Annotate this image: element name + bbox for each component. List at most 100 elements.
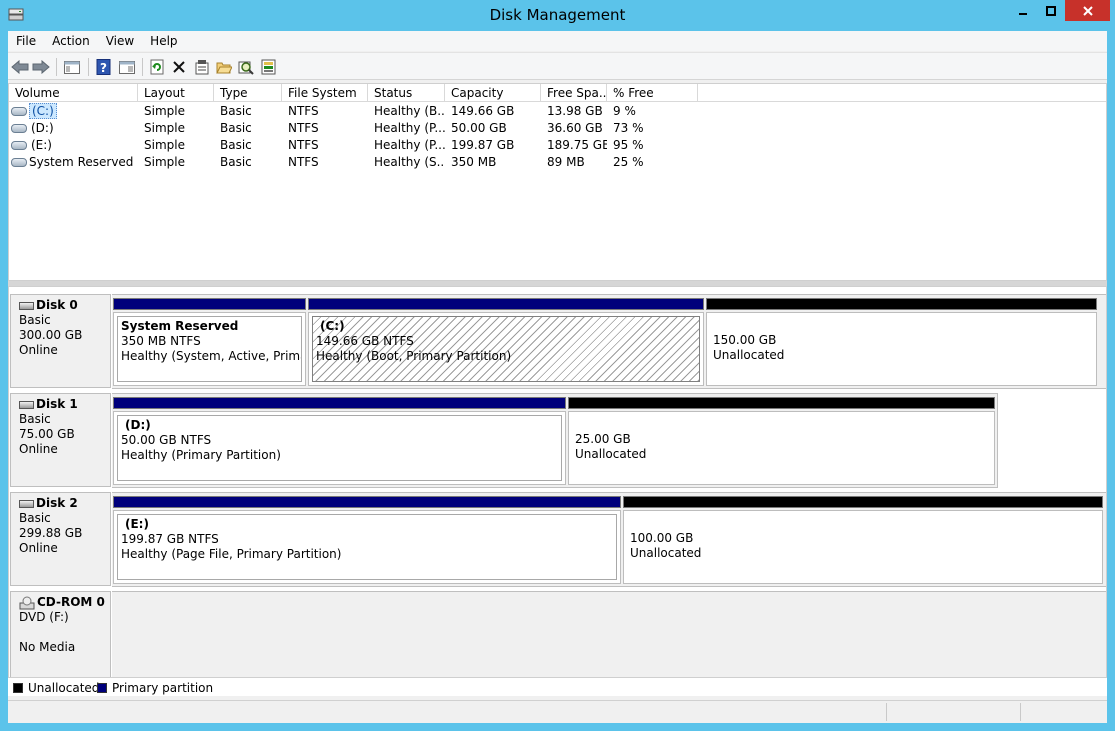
properties-icon[interactable] — [192, 57, 212, 77]
partition-bar-primary — [113, 397, 566, 409]
column-header-type[interactable]: Type — [214, 84, 282, 102]
toolbar-separator — [142, 58, 143, 76]
maximize-button[interactable] — [1037, 0, 1064, 21]
partition-size: 199.87 GB NTFS — [121, 532, 219, 546]
cdrom-icon — [19, 596, 35, 609]
delete-icon[interactable] — [169, 57, 189, 77]
find-icon[interactable] — [236, 57, 256, 77]
partition-status: Healthy (Primary Partition) — [121, 448, 281, 462]
partition-d[interactable]: (D:) 50.00 GB NTFS Healthy (Primary Part… — [113, 397, 566, 485]
partition-body: System Reserved 350 MB NTFS Healthy (Sys… — [113, 312, 306, 386]
partition-c[interactable]: (C:) 149.66 GB NTFS Healthy (Boot, Prima… — [308, 298, 704, 386]
volume-name: (E:) — [31, 138, 52, 152]
toolbar: ? — [8, 52, 1107, 80]
partition-size: 25.00 GB — [575, 432, 631, 446]
file-system-cell: NTFS — [288, 155, 319, 169]
partition-bar-primary — [308, 298, 704, 310]
free-space-cell: 13.98 GB — [547, 104, 603, 118]
legend-swatch-unallocated — [13, 683, 23, 693]
volume-icon — [11, 107, 27, 116]
refresh-icon[interactable] — [147, 57, 167, 77]
partition-bar-unallocated — [706, 298, 1097, 310]
layout-cell: Simple — [144, 104, 185, 118]
volume-name: (C:) — [29, 103, 57, 119]
menu-view[interactable]: View — [98, 31, 142, 51]
disk-label-cdrom0[interactable]: CD-ROM 0 DVD (F:) No Media — [10, 591, 111, 688]
column-header-percent-free[interactable]: % Free — [607, 84, 698, 102]
menu-action[interactable]: Action — [44, 31, 98, 51]
column-header-volume[interactable]: Volume — [9, 84, 138, 102]
column-header-file-system[interactable]: File System — [282, 84, 368, 102]
disk-management-window: Disk Management File Action View Help ? … — [0, 0, 1115, 731]
partition-system-reserved[interactable]: System Reserved 350 MB NTFS Healthy (Sys… — [113, 298, 306, 386]
volume-row-c[interactable]: (C:) Simple Basic NTFS Healthy (B... 149… — [9, 103, 1106, 120]
disk-type: Basic — [19, 511, 51, 525]
volume-row-d[interactable]: (D:) Simple Basic NTFS Healthy (P... 50.… — [9, 120, 1106, 137]
partition-unallocated-disk2[interactable]: 100.00 GB Unallocated — [623, 496, 1103, 584]
disk-size-empty — [19, 625, 110, 640]
partition-size: 150.00 GB — [713, 333, 777, 347]
close-button[interactable] — [1065, 0, 1110, 21]
minimize-icon — [1018, 12, 1027, 15]
volume-icon — [11, 124, 27, 133]
partition-unallocated-disk0[interactable]: 150.00 GB Unallocated — [706, 298, 1097, 386]
partition-details-selected: (C:) 149.66 GB NTFS Healthy (Boot, Prima… — [312, 316, 700, 382]
svg-text:?: ? — [100, 61, 107, 75]
help-icon[interactable]: ? — [94, 57, 114, 77]
disk-partitions-cdrom0 — [112, 591, 1106, 687]
partition-name: (D:) — [125, 418, 151, 432]
volume-row-system-reserved[interactable]: System Reserved Simple Basic NTFS Health… — [9, 154, 1106, 171]
partition-unallocated-disk1[interactable]: 25.00 GB Unallocated — [568, 397, 995, 485]
column-header-status[interactable]: Status — [368, 84, 445, 102]
disk-row-cdrom0[interactable]: CD-ROM 0 DVD (F:) No Media — [9, 590, 1106, 690]
free-space-cell: 89 MB — [547, 155, 585, 169]
volume-cell: System Reserved — [9, 154, 138, 171]
volume-name: System Reserved — [29, 155, 134, 169]
volume-row-e[interactable]: (E:) Simple Basic NTFS Healthy (P... 199… — [9, 137, 1106, 154]
partition-e[interactable]: (E:) 199.87 GB NTFS Healthy (Page File, … — [113, 496, 621, 584]
window-title: Disk Management — [489, 6, 626, 24]
minimize-button[interactable] — [1009, 0, 1036, 21]
volume-cell: (D:) — [9, 120, 138, 137]
status-divider — [886, 703, 887, 721]
column-header-free-space[interactable]: Free Spa... — [541, 84, 607, 102]
column-header-capacity[interactable]: Capacity — [445, 84, 541, 102]
back-icon[interactable] — [10, 57, 30, 77]
forward-icon[interactable] — [31, 57, 51, 77]
menu-file[interactable]: File — [8, 31, 44, 51]
disk-graphical-view[interactable]: Disk 0 Basic 300.00 GB Online System Res… — [8, 286, 1107, 696]
legend-primary: Primary partition — [97, 681, 213, 695]
disk-name: Disk 0 — [19, 298, 110, 313]
legend-unallocated: Unallocated — [13, 681, 99, 695]
disk-state: No Media — [19, 640, 76, 654]
disk-row-disk1[interactable]: Disk 1 Basic 75.00 GB Online (D:) 50.00 … — [9, 392, 1106, 491]
disk-label-disk0[interactable]: Disk 0 Basic 300.00 GB Online — [10, 294, 111, 388]
disk-row-disk0[interactable]: Disk 0 Basic 300.00 GB Online System Res… — [9, 293, 1106, 392]
disk-label-disk2[interactable]: Disk 2 Basic 299.88 GB Online — [10, 492, 111, 586]
partition-body: 100.00 GB Unallocated — [623, 510, 1103, 584]
partition-details: 25.00 GB Unallocated — [572, 415, 991, 481]
disk-type: Basic — [19, 412, 51, 426]
properties-pane-icon[interactable] — [117, 57, 137, 77]
disk-type: DVD (F:) — [19, 610, 69, 624]
rescan-disks-icon[interactable] — [259, 57, 279, 77]
show-hide-console-tree-icon[interactable] — [62, 57, 82, 77]
partition-size: 100.00 GB — [630, 531, 694, 545]
disk-name: CD-ROM 0 — [19, 595, 110, 610]
status-cell: Healthy (P... — [374, 121, 445, 135]
layout-cell: Simple — [144, 121, 185, 135]
volume-icon — [11, 158, 27, 167]
open-icon[interactable] — [214, 57, 234, 77]
disk-label-disk1[interactable]: Disk 1 Basic 75.00 GB Online — [10, 393, 111, 487]
volume-list[interactable]: Volume Layout Type File System Status Ca… — [8, 83, 1107, 281]
toolbar-separator — [88, 58, 89, 76]
title-bar[interactable]: Disk Management — [0, 0, 1115, 31]
column-header-layout[interactable]: Layout — [138, 84, 214, 102]
menu-help[interactable]: Help — [142, 31, 185, 51]
capacity-cell: 350 MB — [451, 155, 497, 169]
disk-row-disk2[interactable]: Disk 2 Basic 299.88 GB Online (E:) 199.8… — [9, 491, 1106, 590]
legend: Unallocated Primary partition — [8, 677, 1107, 696]
type-cell: Basic — [220, 121, 252, 135]
disk-state: Online — [19, 343, 58, 357]
file-system-cell: NTFS — [288, 138, 319, 152]
